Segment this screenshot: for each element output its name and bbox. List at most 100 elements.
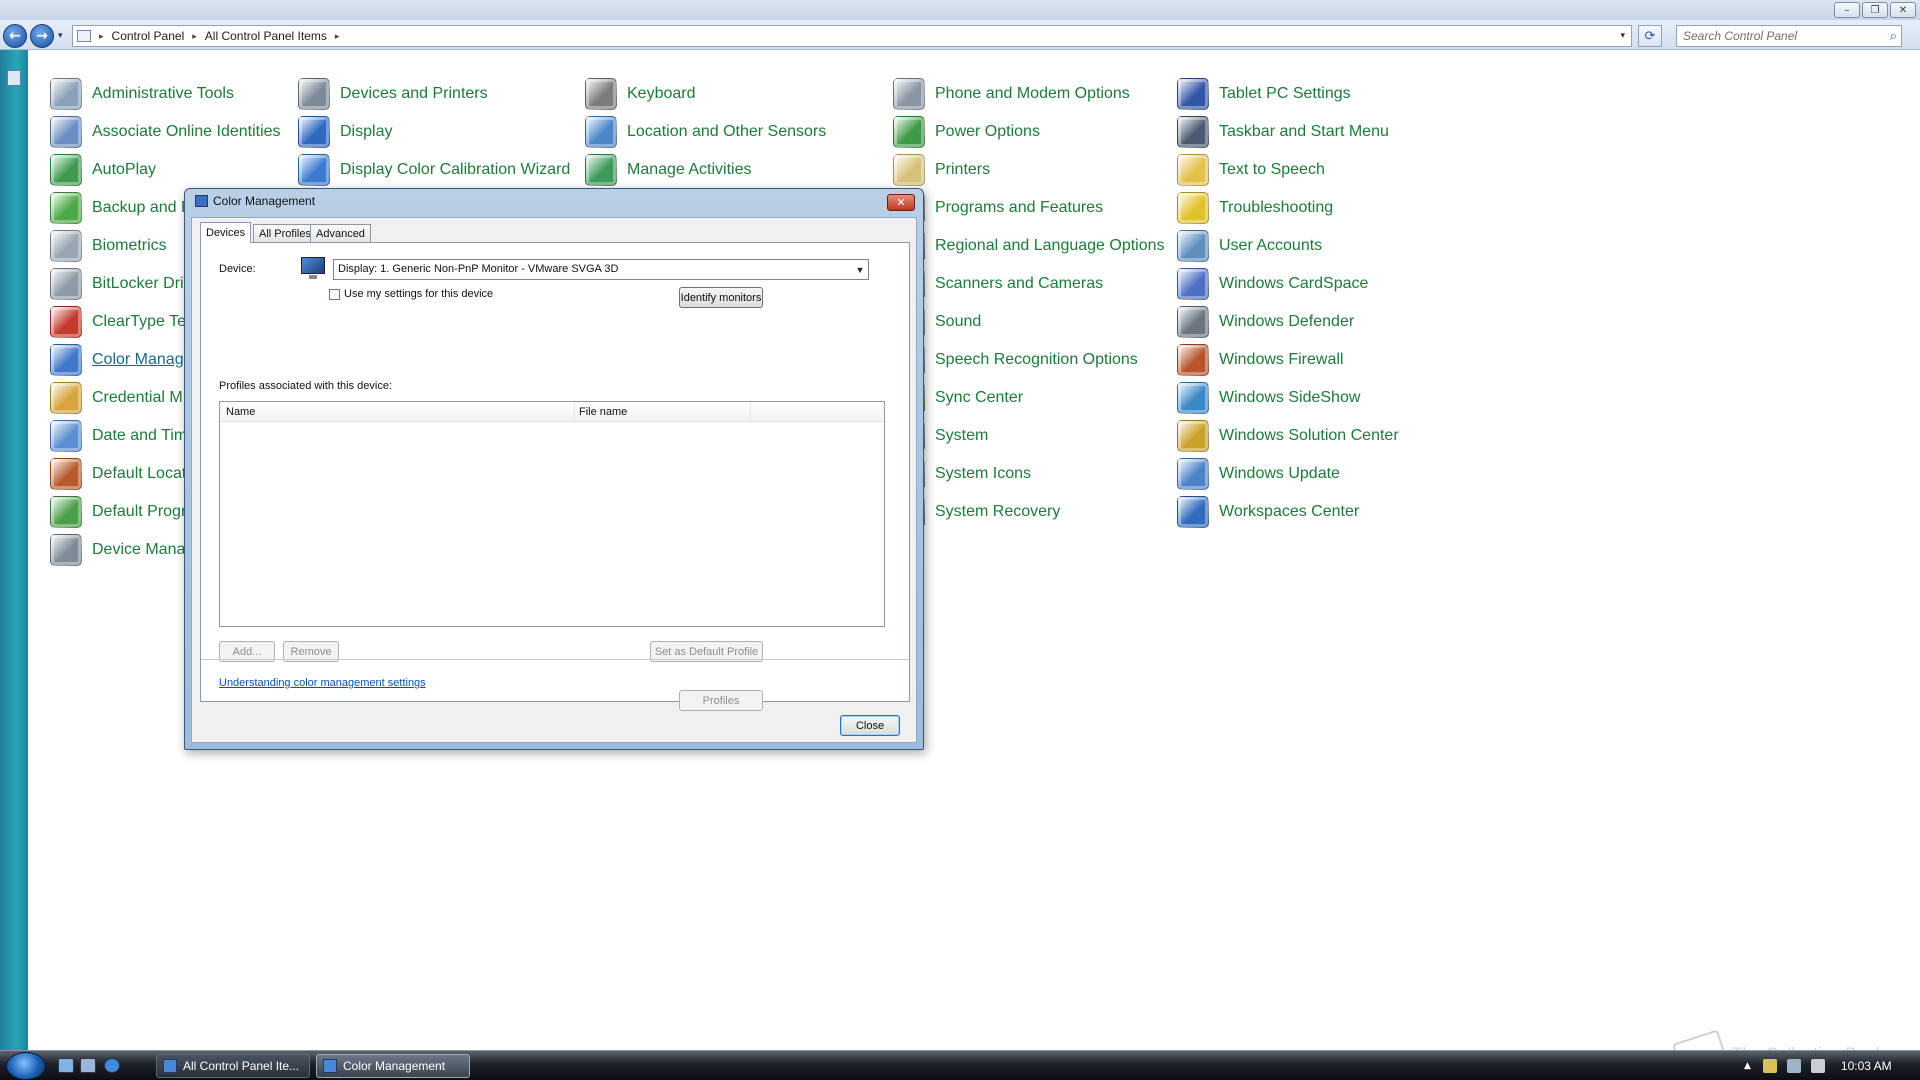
cp-item-color-calibration[interactable]: Display Color Calibration Wizard [298, 152, 570, 188]
tab-advanced[interactable]: Advanced [310, 224, 371, 242]
address-dropdown-icon[interactable]: ▾ [1620, 30, 1625, 41]
cp-item-date-time[interactable]: Date and Tim [50, 418, 187, 454]
close-button[interactable]: Close [840, 715, 900, 736]
cp-item-taskbar-start[interactable]: Taskbar and Start Menu [1177, 114, 1389, 150]
cp-item-keyboard[interactable]: Keyboard [585, 76, 696, 112]
color-management-icon [323, 1059, 337, 1073]
breadcrumb-separator[interactable]: ▸ [192, 31, 197, 42]
use-my-settings-checkbox[interactable] [329, 289, 340, 300]
address-bar[interactable]: ▸ Control Panel ▸ All Control Panel Item… [72, 25, 1632, 47]
power-options-icon [893, 116, 925, 148]
breadcrumb-all-items[interactable]: All Control Panel Items [205, 29, 327, 43]
cp-item-backup[interactable]: Backup and R [50, 190, 193, 226]
column-divider[interactable] [574, 402, 575, 422]
cp-item-label: Display Color Calibration Wizard [340, 161, 571, 178]
column-header-file-name[interactable]: File name [579, 406, 627, 418]
use-my-settings-label[interactable]: Use my settings for this device [344, 288, 493, 300]
clock[interactable]: 10:03 AM [1841, 1059, 1892, 1073]
cp-item-autoplay[interactable]: AutoPlay [50, 152, 156, 188]
device-select[interactable]: Display: 1. Generic Non-PnP Monitor - VM… [333, 259, 869, 280]
panel-toggle-icon[interactable] [7, 70, 21, 86]
cp-item-color-management[interactable]: Color Manag [50, 342, 184, 378]
cp-item-label: Manage Activities [627, 161, 752, 178]
cp-item-windows-update[interactable]: Windows Update [1177, 456, 1340, 492]
color-management-icon [195, 195, 208, 207]
cp-item-programs-features[interactable]: Programs and Features [893, 190, 1103, 226]
cp-item-sensors[interactable]: Location and Other Sensors [585, 114, 826, 150]
restore-button[interactable]: ❐ [1862, 2, 1888, 18]
cp-item-bitlocker[interactable]: BitLocker Dri [50, 266, 184, 302]
cp-item-label: Credential M [92, 389, 183, 406]
cp-item-devices-printers[interactable]: Devices and Printers [298, 76, 488, 112]
refresh-button[interactable]: ⟳ [1638, 25, 1662, 47]
cp-item-administrative-tools[interactable]: Administrative Tools [50, 76, 234, 112]
cp-item-power-options[interactable]: Power Options [893, 114, 1040, 150]
cp-item-printers[interactable]: Printers [893, 152, 990, 188]
cp-item-text-to-speech[interactable]: Text to Speech [1177, 152, 1325, 188]
cp-item-credential-manager[interactable]: Credential M [50, 380, 183, 416]
action-center-icon[interactable] [1762, 1059, 1777, 1073]
cp-item-troubleshooting[interactable]: Troubleshooting [1177, 190, 1333, 226]
search-input[interactable]: Search Control Panel ⌕ [1676, 25, 1902, 47]
cp-item-user-accounts[interactable]: User Accounts [1177, 228, 1322, 264]
user-accounts-icon [1177, 230, 1209, 262]
minimize-button[interactable]: – [1834, 2, 1860, 18]
breadcrumb-control-panel[interactable]: Control Panel [112, 29, 185, 43]
cp-item-workspaces-center[interactable]: Workspaces Center [1177, 494, 1359, 530]
control-panel-icon [163, 1059, 177, 1073]
cp-item-firewall[interactable]: Windows Firewall [1177, 342, 1343, 378]
column-divider[interactable] [750, 402, 751, 422]
cp-item-cleartype[interactable]: ClearType Te [50, 304, 186, 340]
show-hidden-icons-button[interactable]: ▲ [1744, 1061, 1751, 1071]
cp-item-tablet-pc[interactable]: Tablet PC Settings [1177, 76, 1351, 112]
cp-item-sideshow[interactable]: Windows SideShow [1177, 380, 1360, 416]
cp-item-default-programs[interactable]: Default Progr [50, 494, 186, 530]
tab-devices[interactable]: Devices [200, 222, 252, 243]
cardspace-icon [1177, 268, 1209, 300]
cp-item-label: Text to Speech [1219, 161, 1325, 178]
column-header-name[interactable]: Name [226, 406, 255, 418]
sensors-icon [585, 116, 617, 148]
volume-icon[interactable] [1810, 1059, 1825, 1073]
cp-item-activities[interactable]: Manage Activities [585, 152, 752, 188]
cp-item-speech-recognition[interactable]: Speech Recognition Options [893, 342, 1138, 378]
cp-item-defender[interactable]: Windows Defender [1177, 304, 1354, 340]
cp-item-default-location[interactable]: Default Locat [50, 456, 186, 492]
forward-button[interactable]: → [30, 24, 54, 48]
cp-item-scanners-cameras[interactable]: Scanners and Cameras [893, 266, 1103, 302]
dialog-close-button[interactable]: ✕ [887, 194, 915, 211]
window-title-bar: – ❐ ✕ [0, 0, 1920, 20]
cp-item-phone-modem[interactable]: Phone and Modem Options [893, 76, 1130, 112]
cp-item-regional-language[interactable]: Regional and Language Options [893, 228, 1165, 264]
cp-item-solution-center[interactable]: Windows Solution Center [1177, 418, 1399, 454]
taskbar-color-management-button[interactable]: Color Management [316, 1054, 470, 1078]
cp-item-device-manager[interactable]: Device Mana [50, 532, 185, 568]
display-icon [298, 116, 330, 148]
taskbar-control-panel-button[interactable]: All Control Panel Ite... [156, 1054, 310, 1078]
color-management-help-link[interactable]: Understanding color management settings [219, 677, 426, 689]
cp-item-cardspace[interactable]: Windows CardSpace [1177, 266, 1368, 302]
switch-windows-icon[interactable] [80, 1058, 96, 1073]
cp-item-online-identities[interactable]: Associate Online Identities [50, 114, 281, 150]
show-desktop-icon[interactable] [58, 1058, 74, 1073]
cp-item-label: Windows CardSpace [1219, 275, 1369, 292]
profile-list[interactable]: Name File name [219, 401, 885, 627]
start-button[interactable] [6, 1052, 46, 1080]
tab-all-profiles[interactable]: All Profiles [253, 224, 317, 242]
cp-item-biometrics[interactable]: Biometrics [50, 228, 167, 264]
profiles-button[interactable]: Profiles [679, 690, 763, 711]
chevron-down-icon[interactable]: ▼ [852, 260, 868, 279]
cp-item-label: Location and Other Sensors [627, 123, 827, 140]
cp-item-label: Windows SideShow [1219, 389, 1361, 406]
breadcrumb-separator[interactable]: ▸ [335, 31, 340, 42]
breadcrumb-separator[interactable]: ▸ [99, 31, 104, 42]
window-close-button[interactable]: ✕ [1890, 2, 1916, 18]
identify-monitors-button[interactable]: Identify monitors [679, 287, 763, 308]
cp-item-label: Administrative Tools [92, 85, 234, 102]
network-icon[interactable] [1786, 1059, 1801, 1073]
recent-pages-dropdown[interactable]: ▾ [58, 31, 63, 41]
back-button[interactable]: ← [3, 24, 27, 48]
search-icon[interactable]: ⌕ [1890, 28, 1897, 44]
internet-explorer-icon[interactable] [104, 1058, 120, 1073]
cp-item-display[interactable]: Display [298, 114, 392, 150]
